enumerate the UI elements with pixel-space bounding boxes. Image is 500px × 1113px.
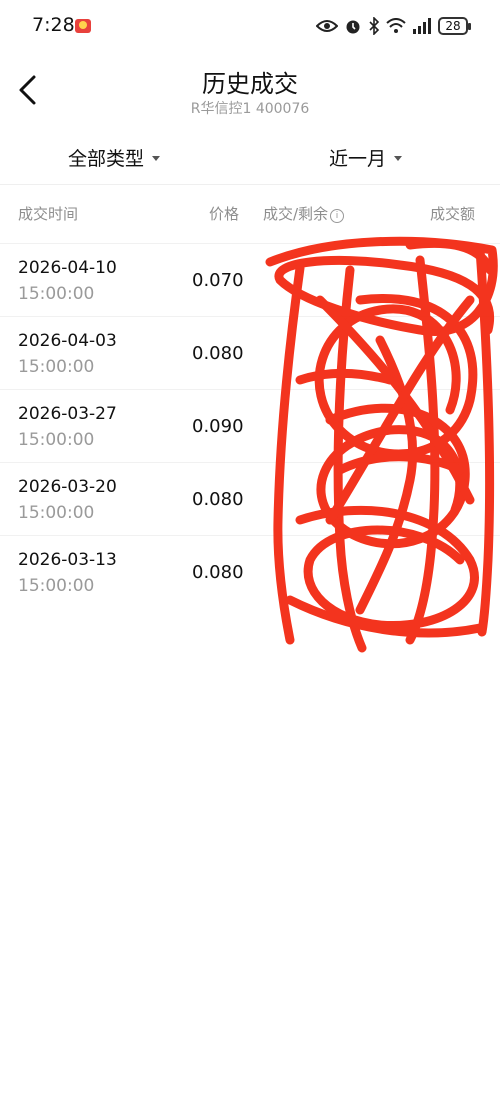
table-row[interactable]: 2026-03-20 15:00:00 0.080	[0, 462, 500, 536]
row-price: 0.090	[192, 416, 244, 437]
status-bar: 7:28 28	[0, 0, 500, 52]
row-date: 2026-03-20	[18, 477, 117, 497]
table-row[interactable]: 2026-03-13 15:00:00 0.080	[0, 535, 500, 609]
row-price: 0.080	[192, 489, 244, 510]
row-date: 2026-03-27	[18, 404, 117, 424]
period-filter-label: 近一月	[329, 148, 387, 170]
app-notification-icon	[75, 19, 91, 33]
row-price: 0.070	[192, 270, 244, 291]
row-date: 2026-04-10	[18, 258, 117, 278]
row-time: 15:00:00	[18, 284, 95, 304]
col-deal-remain[interactable]: 成交/剩余 i	[263, 203, 345, 224]
col-amount: 成交额	[430, 205, 476, 223]
info-icon[interactable]: i	[330, 209, 345, 223]
page-title: 历史成交	[202, 70, 298, 98]
caret-down-icon	[394, 156, 403, 161]
type-filter-dropdown[interactable]: 全部类型	[68, 144, 161, 171]
row-time: 15:00:00	[18, 576, 95, 596]
wifi-icon	[386, 18, 406, 33]
type-filter-label: 全部类型	[68, 148, 145, 170]
eye-icon	[316, 20, 338, 32]
battery-indicator: 28	[438, 17, 471, 35]
col-time: 成交时间	[18, 205, 79, 223]
table-row[interactable]: 2026-03-27 15:00:00 0.090	[0, 389, 500, 463]
stock-subtitle: R华信控1 400076	[190, 101, 310, 117]
table-row[interactable]: 2026-04-03 15:00:00 0.080	[0, 316, 500, 390]
bluetooth-icon	[369, 17, 380, 35]
row-price: 0.080	[192, 343, 244, 364]
status-time: 7:28	[32, 14, 75, 36]
row-date: 2026-04-03	[18, 331, 117, 351]
row-date: 2026-03-13	[18, 550, 117, 570]
alarm-icon	[346, 20, 360, 34]
signal-icon	[413, 18, 431, 34]
filter-bar: 全部类型 近一月	[0, 130, 500, 185]
col-price: 价格	[209, 205, 240, 223]
page-header: 历史成交 R华信控1 400076	[0, 52, 500, 122]
period-filter-dropdown[interactable]: 近一月	[329, 144, 403, 171]
table-row[interactable]: 2026-04-10 15:00:00 0.070	[0, 243, 500, 317]
row-time: 15:00:00	[18, 430, 95, 450]
row-time: 15:00:00	[18, 503, 95, 523]
row-time: 15:00:00	[18, 357, 95, 377]
caret-down-icon	[152, 156, 161, 161]
col-deal-remain-label: 成交/剩余	[263, 205, 329, 223]
status-icons: 28	[316, 16, 471, 36]
row-price: 0.080	[192, 562, 244, 583]
